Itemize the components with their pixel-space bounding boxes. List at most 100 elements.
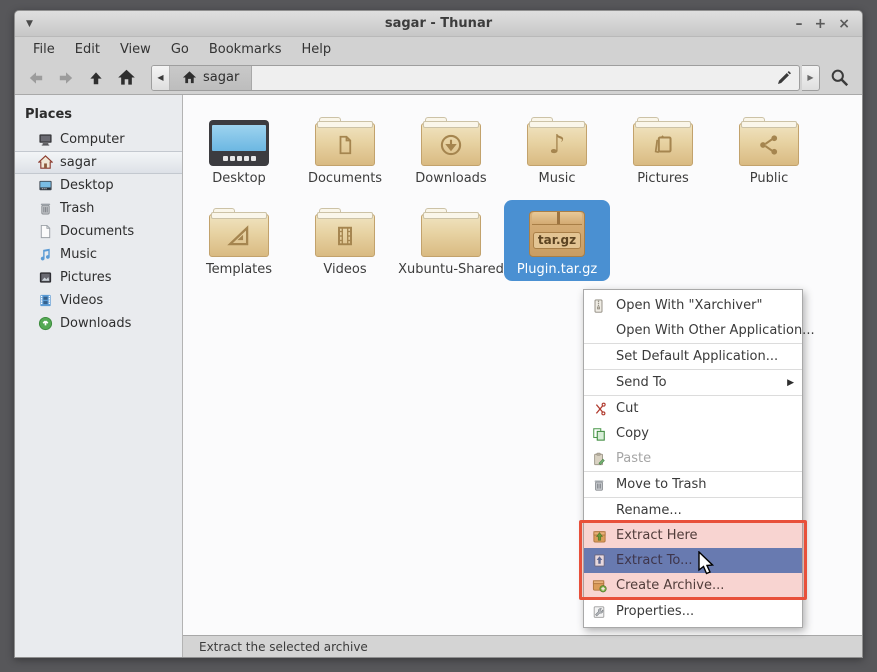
downloads-icon xyxy=(37,316,53,332)
sidebar-item-label: Documents xyxy=(60,224,134,239)
file-item-music[interactable]: ♪ Music xyxy=(504,109,610,190)
close-button[interactable]: × xyxy=(838,17,850,31)
document-emblem-icon xyxy=(333,133,357,157)
home-icon xyxy=(182,70,197,85)
back-button[interactable] xyxy=(23,65,49,91)
folder-icon xyxy=(421,214,481,257)
menu-item-set-default-application[interactable]: Set Default Application... xyxy=(584,344,802,369)
sidebar-item-label: Music xyxy=(60,247,97,262)
file-item-downloads[interactable]: Downloads xyxy=(398,109,504,190)
pencil-icon xyxy=(776,70,792,86)
file-item-pictures[interactable]: Pictures xyxy=(610,109,716,190)
menu-item-rename[interactable]: Rename... xyxy=(584,498,802,523)
home-icon xyxy=(117,68,136,87)
statusbar: Extract the selected archive xyxy=(183,635,862,657)
sidebar-item-computer[interactable]: Computer xyxy=(15,128,182,151)
desktop-folder-icon xyxy=(209,120,269,166)
document-icon xyxy=(37,224,53,240)
maximize-button[interactable]: + xyxy=(815,17,827,31)
sidebar-item-music[interactable]: Music xyxy=(15,243,182,266)
menu-view[interactable]: View xyxy=(110,39,161,60)
folder-icon xyxy=(633,123,693,166)
sidebar-item-desktop[interactable]: Desktop xyxy=(15,174,182,197)
template-emblem-icon xyxy=(226,223,252,249)
menu-help[interactable]: Help xyxy=(291,39,341,60)
picture-emblem-icon xyxy=(651,132,676,157)
menu-item-label: Extract To... xyxy=(616,553,693,568)
file-item-plugin-targz[interactable]: tar.gz Plugin.tar.gz xyxy=(504,200,610,281)
download-emblem-icon xyxy=(438,132,464,158)
menu-file[interactable]: File xyxy=(23,39,65,60)
menu-item-extract-to[interactable]: Extract To... xyxy=(584,548,802,573)
sidebar-item-downloads[interactable]: Downloads xyxy=(15,312,182,335)
menu-item-move-to-trash[interactable]: Move to Trash xyxy=(584,472,802,497)
share-emblem-icon xyxy=(757,133,781,157)
search-icon xyxy=(830,68,850,88)
menu-item-copy[interactable]: Copy xyxy=(584,421,802,446)
menu-item-cut[interactable]: Cut xyxy=(584,396,802,421)
file-item-templates[interactable]: Templates xyxy=(186,200,292,281)
menubar: File Edit View Go Bookmarks Help xyxy=(15,37,862,61)
minimize-button[interactable]: – xyxy=(796,17,803,31)
file-item-desktop[interactable]: Desktop xyxy=(186,109,292,190)
sidebar-item-label: Computer xyxy=(60,132,125,147)
menu-item-extract-here[interactable]: Extract Here xyxy=(584,523,802,548)
menu-edit[interactable]: Edit xyxy=(65,39,110,60)
pictures-icon xyxy=(37,270,53,286)
file-label: Public xyxy=(750,171,788,186)
menu-item-label: Move to Trash xyxy=(616,477,707,492)
edit-path-button[interactable] xyxy=(769,66,799,90)
file-label: Pictures xyxy=(637,171,688,186)
trash-icon xyxy=(592,478,610,492)
extract-here-icon xyxy=(592,528,610,543)
sidebar-item-label: Downloads xyxy=(60,316,131,331)
menu-item-label: Paste xyxy=(616,451,651,466)
path-button-label: sagar xyxy=(203,70,239,85)
sidebar-item-sagar[interactable]: sagar xyxy=(15,151,182,174)
file-label: Downloads xyxy=(415,171,486,186)
submenu-arrow-icon: ▶ xyxy=(787,378,794,388)
icon-grid-row-2: Templates Videos Xubuntu-Shared xyxy=(186,200,862,281)
menu-item-label: Copy xyxy=(616,426,649,441)
up-button[interactable] xyxy=(83,65,109,91)
window-title: sagar - Thunar xyxy=(15,16,862,31)
search-button[interactable] xyxy=(826,64,854,92)
music-emblem-icon: ♪ xyxy=(549,132,566,158)
sidebar-places: Places Computer sagar Desktop xyxy=(15,95,183,657)
forward-button[interactable] xyxy=(53,65,79,91)
home-button[interactable] xyxy=(113,65,139,91)
path-button-sagar[interactable]: sagar xyxy=(170,66,252,90)
file-item-public[interactable]: Public xyxy=(716,109,822,190)
file-label: Music xyxy=(539,171,576,186)
sidebar-item-videos[interactable]: Videos xyxy=(15,289,182,312)
back-arrow-icon xyxy=(27,69,45,87)
file-item-documents[interactable]: Documents xyxy=(292,109,398,190)
file-label: Documents xyxy=(308,171,382,186)
menu-item-label: Create Archive... xyxy=(616,578,724,593)
menu-item-label: Properties... xyxy=(616,604,694,619)
titlebar[interactable]: ▼ sagar - Thunar – + × xyxy=(15,11,862,37)
folder-icon xyxy=(739,123,799,166)
menu-item-properties[interactable]: Properties... xyxy=(584,599,802,624)
folder-icon: ♪ xyxy=(527,123,587,166)
scissors-icon xyxy=(592,402,610,416)
file-label: Plugin.tar.gz xyxy=(517,262,597,277)
sidebar-item-trash[interactable]: Trash xyxy=(15,197,182,220)
menu-item-label: Rename... xyxy=(616,503,682,518)
sidebar-item-pictures[interactable]: Pictures xyxy=(15,266,182,289)
paste-icon xyxy=(592,452,610,466)
path-scroll-right-button[interactable]: ▶ xyxy=(802,65,820,91)
sidebar-item-documents[interactable]: Documents xyxy=(15,220,182,243)
trash-icon xyxy=(37,201,53,217)
menu-item-open-with-xarchiver[interactable]: Open With "Xarchiver" xyxy=(584,293,802,318)
menu-go[interactable]: Go xyxy=(161,39,199,60)
menu-bookmarks[interactable]: Bookmarks xyxy=(199,39,292,60)
menu-item-open-with-other[interactable]: Open With Other Application... xyxy=(584,318,802,343)
menu-item-create-archive[interactable]: Create Archive... xyxy=(584,573,802,598)
file-item-xubuntu-shared[interactable]: Xubuntu-Shared xyxy=(398,200,504,281)
sidebar-item-label: Trash xyxy=(60,201,94,216)
file-item-videos[interactable]: Videos xyxy=(292,200,398,281)
menu-item-send-to[interactable]: Send To ▶ xyxy=(584,370,802,395)
path-scroll-left-button[interactable]: ◀ xyxy=(152,66,170,90)
menu-item-label: Open With "Xarchiver" xyxy=(616,298,762,313)
